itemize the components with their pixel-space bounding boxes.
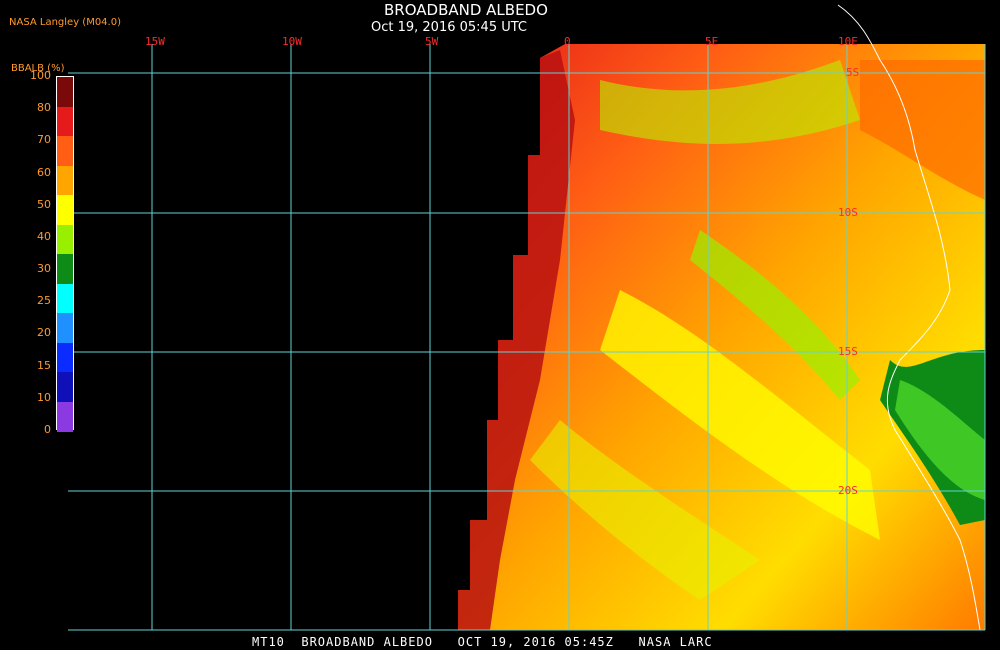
- colorbar-segment: [57, 283, 73, 314]
- colorbar: [56, 76, 74, 432]
- colorbar-segment: [57, 165, 73, 196]
- colorbar-tick-label: 80: [37, 101, 51, 115]
- satellite-image-viewer: BROADBAND ALBEDO Oct 19, 2016 05:45 UTC …: [0, 0, 1000, 650]
- colorbar-tick-label: 20: [37, 326, 51, 340]
- colorbar-tick-label: 50: [37, 197, 51, 211]
- producer-label: NASA Langley (M04.0): [9, 17, 121, 28]
- lon-label-15w: 15W: [145, 35, 165, 48]
- lon-label-5w: 5W: [425, 35, 439, 48]
- colorbar-segment: [57, 313, 73, 343]
- colorbar-tick-label: 25: [37, 294, 51, 308]
- colorbar-tick-label: 30: [37, 262, 51, 276]
- colorbar-tick-label: 70: [37, 133, 51, 147]
- colorbar-segment: [57, 372, 73, 402]
- map-title: BROADBAND ALBEDO: [384, 1, 548, 19]
- colorbar-segment: [57, 224, 73, 255]
- colorbar-segment: [57, 77, 73, 107]
- lat-label-10s: 10S: [838, 206, 858, 219]
- albedo-map: [68, 4, 986, 631]
- colorbar-tick-label: 40: [37, 229, 51, 243]
- lon-label-5e: 5E: [705, 35, 719, 48]
- colorbar-segment: [57, 254, 73, 284]
- colorbar-tick-label: 10: [37, 390, 51, 404]
- lon-label-10w: 10W: [282, 35, 302, 48]
- colorbar-segment: [57, 342, 73, 373]
- colorbar-tick-label: 100: [30, 69, 51, 82]
- lat-label-15s: 15S: [838, 345, 858, 358]
- colorbar-tick-label: 15: [37, 358, 51, 372]
- colorbar-tick-label: 60: [37, 165, 51, 179]
- colorbar-tick-label: 0: [44, 423, 51, 436]
- lon-label-0: 0: [564, 35, 571, 48]
- colorbar-segment: [57, 195, 73, 225]
- map-timestamp: Oct 19, 2016 05:45 UTC: [371, 20, 527, 35]
- lon-label-10e: 10E: [838, 35, 858, 48]
- colorbar-segment: [57, 401, 73, 432]
- colorbar-segment: [57, 136, 73, 166]
- lat-label-5s: 5S: [846, 66, 860, 79]
- lat-label-20s: 20S: [838, 484, 858, 497]
- footer-caption: MT10 BROADBAND ALBEDO OCT 19, 2016 05:45…: [252, 635, 713, 649]
- colorbar-segment: [57, 106, 73, 137]
